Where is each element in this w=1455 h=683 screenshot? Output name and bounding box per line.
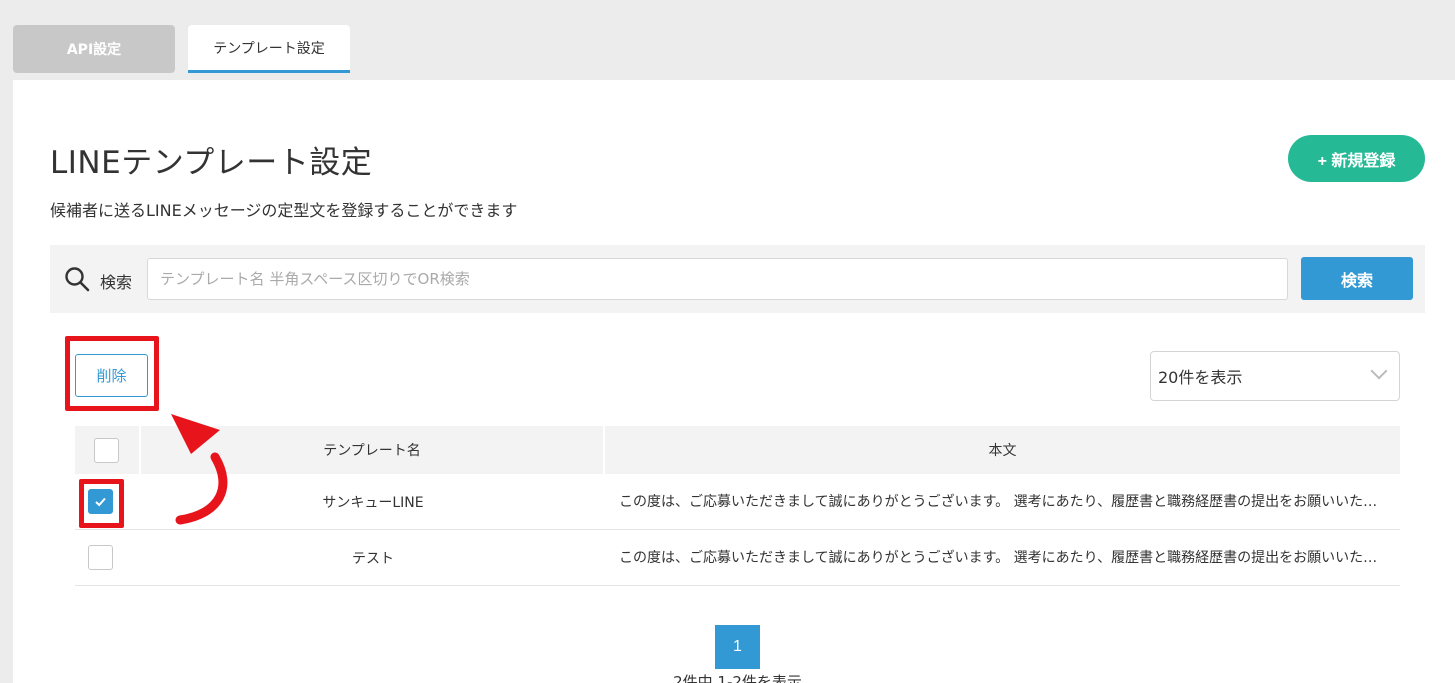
row-checkbox[interactable] — [88, 545, 113, 570]
row-check-cell — [75, 530, 141, 585]
header-body[interactable]: 本文 — [605, 426, 1400, 474]
search-icon — [65, 267, 90, 292]
table-row[interactable]: テスト この度は、ご応募いただきまして誠にありがとうございます。 選考にあたり、… — [75, 530, 1400, 586]
row-body[interactable]: この度は、ご応募いただきまして誠にありがとうございます。 選考にあたり、履歴書と… — [605, 530, 1400, 585]
page-description: 候補者に送るLINEメッセージの定型文を登録することができます — [50, 201, 518, 220]
table-row[interactable]: サンキューLINE この度は、ご応募いただきまして誠にありがとうございます。 選… — [75, 474, 1400, 530]
annotation-highlight-delete — [65, 336, 159, 411]
new-register-button[interactable]: + 新規登録 — [1288, 135, 1425, 182]
table-header: テンプレート名 本文 — [75, 426, 1400, 474]
annotation-highlight-checkbox — [79, 479, 124, 528]
row-template-name[interactable]: テスト — [141, 530, 605, 585]
select-all-checkbox[interactable] — [93, 437, 119, 463]
annotation-arrow-icon — [171, 414, 228, 525]
search-bar: 検索 検索 — [50, 245, 1425, 313]
per-page-value: 20件を表示 — [1158, 368, 1243, 387]
search-button[interactable]: 検索 — [1301, 257, 1413, 300]
pagination-info: 2件中 1-2件を表示 — [673, 673, 802, 683]
search-label: 検索 — [100, 273, 133, 292]
pagination-page-1[interactable]: 1 — [715, 625, 760, 669]
row-body[interactable]: この度は、ご応募いただきまして誠にありがとうございます。 選考にあたり、履歴書と… — [605, 474, 1400, 529]
search-input[interactable] — [147, 258, 1288, 300]
tab-api-settings[interactable]: API設定 — [13, 25, 175, 73]
per-page-select[interactable]: 20件を表示 — [1150, 351, 1400, 401]
chevron-down-icon — [1370, 362, 1388, 380]
tab-template-settings[interactable]: テンプレート設定 — [188, 25, 350, 73]
header-check-cell — [75, 426, 141, 474]
template-table: テンプレート名 本文 サンキューLINE この度は、ご応募いただきまして誠にあり… — [75, 426, 1400, 586]
page-title: LINEテンプレート設定 — [50, 145, 373, 181]
